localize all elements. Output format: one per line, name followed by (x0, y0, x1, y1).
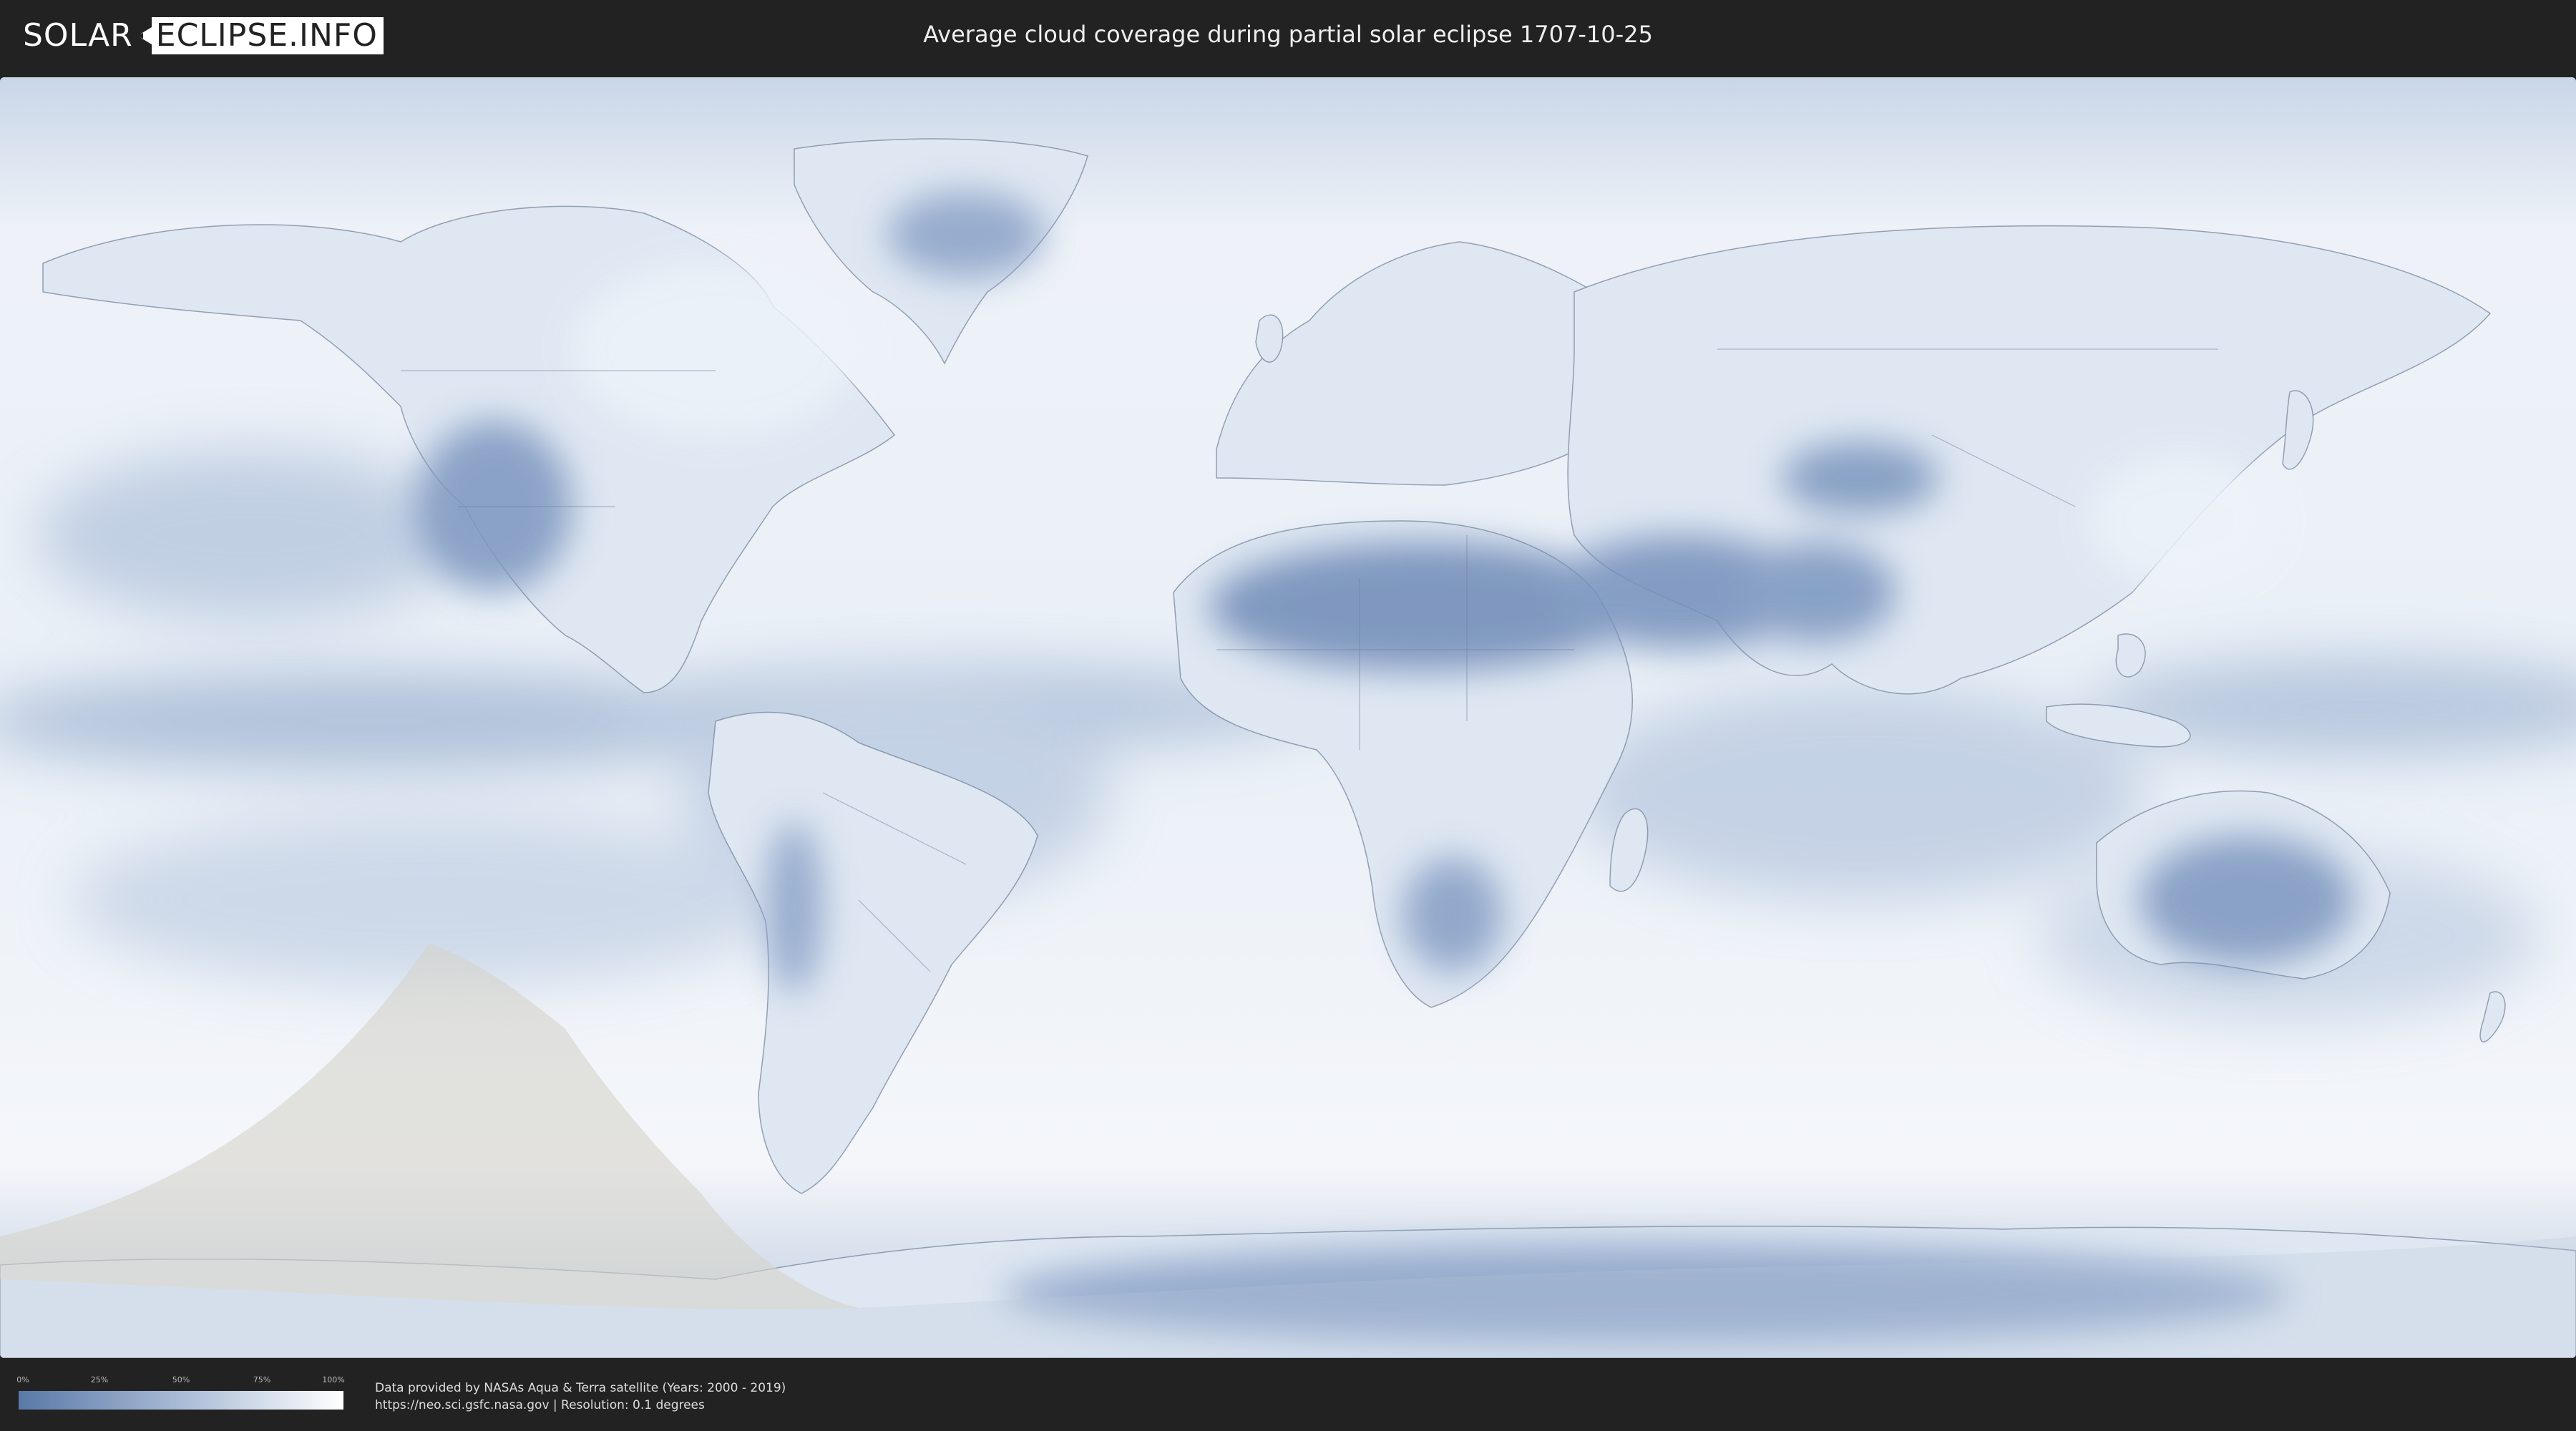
credit-line-url[interactable]: https://neo.sci.gsfc.nasa.gov | Resoluti… (375, 1397, 786, 1414)
legend-tick-100: 100% (322, 1375, 345, 1384)
credit-line-source: Data provided by NASAs Aqua & Terra sate… (375, 1381, 786, 1395)
page-title: Average cloud coverage during partial so… (923, 21, 1653, 48)
legend-tick-50: 50% (172, 1375, 190, 1384)
cloud-coverage-map[interactable] (0, 77, 2576, 1358)
data-credits: Data provided by NASAs Aqua & Terra sate… (375, 1379, 786, 1414)
world-map-icon (0, 77, 2576, 1358)
footer-bar: 0% 25% 50% 75% 100% Data provided by NAS… (0, 1358, 2576, 1431)
legend-tick-25: 25% (90, 1375, 109, 1384)
header-bar: SOLAR ECLIPSE.INFO Average cloud coverag… (0, 0, 2576, 72)
legend-tick-75: 75% (253, 1375, 271, 1384)
legend-tick-0: 0% (16, 1375, 29, 1384)
legend-color-bar (19, 1391, 343, 1410)
app-root: SOLAR ECLIPSE.INFO Average cloud coverag… (0, 0, 2576, 1431)
